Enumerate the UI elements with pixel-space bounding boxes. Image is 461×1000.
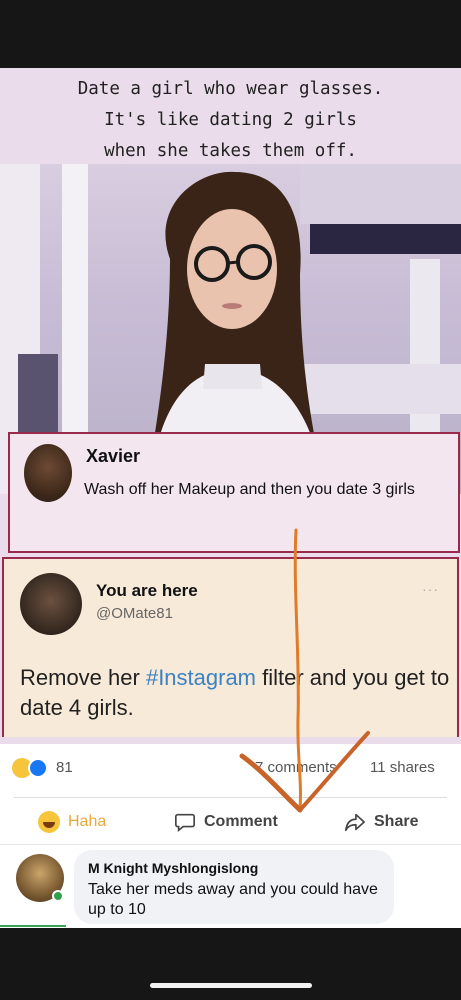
- reaction-count[interactable]: 81: [56, 759, 73, 776]
- xavier-avatar: [24, 444, 72, 502]
- home-indicator[interactable]: [150, 983, 312, 988]
- reaction-icons[interactable]: [12, 758, 56, 778]
- haha-button[interactable]: Haha: [38, 802, 106, 842]
- comments-count[interactable]: 7 comments: [255, 759, 337, 776]
- tweet-hashtag: #Instagram: [145, 665, 257, 690]
- comment-text: Take her meds away and you could have up…: [88, 881, 378, 918]
- facebook-post: Date a girl who wear glasses. It's like …: [0, 68, 461, 928]
- divider: [14, 797, 447, 798]
- post-actions: Haha Comment Share: [0, 802, 461, 842]
- online-status-dot: [52, 890, 64, 902]
- divider: [0, 844, 461, 845]
- share-button[interactable]: Share: [344, 802, 418, 842]
- comment-bubble[interactable]: M Knight Myshlongislong Take her meds aw…: [74, 850, 394, 924]
- comment-bubble-icon: [175, 813, 195, 832]
- like-reaction-icon: [28, 758, 48, 778]
- tweet-card: You are here @OMate81 ··· Remove her #In…: [2, 557, 459, 737]
- more-options-icon: ···: [422, 581, 439, 597]
- meme-caption: Date a girl who wear glasses. It's like …: [77, 79, 384, 161]
- reaction-summary: 81 7 comments 11 shares: [0, 748, 461, 788]
- tweet-avatar: [20, 573, 82, 635]
- xavier-name: Xavier: [86, 446, 141, 466]
- tweet-text-before: Remove her: [20, 665, 146, 690]
- xavier-comment-card: Xavier Wash off her Makeup and then you …: [8, 432, 460, 553]
- meme-image: Date a girl who wear glasses. It's like …: [0, 68, 461, 744]
- share-label: Share: [374, 813, 419, 830]
- comment-label: Comment: [204, 813, 278, 830]
- commenter-name[interactable]: M Knight Myshlongislong: [88, 860, 258, 876]
- top-status-bar: [0, 0, 461, 68]
- haha-reaction-icon: [38, 811, 60, 833]
- comment-button[interactable]: Comment: [174, 802, 278, 842]
- comment-thread-line: [0, 925, 66, 927]
- tweet-handle: @OMate81: [96, 605, 173, 622]
- haha-label: Haha: [68, 813, 107, 830]
- tweet-name: You are here: [96, 581, 198, 600]
- xavier-comment-text: Wash off her Makeup and then you date 3 …: [84, 481, 415, 498]
- share-arrow-icon: [345, 813, 365, 832]
- tweet-text: Remove her #Instagram filter and you get…: [20, 663, 450, 723]
- shares-count[interactable]: 11 shares: [370, 759, 435, 776]
- bottom-system-bar: [0, 928, 461, 1000]
